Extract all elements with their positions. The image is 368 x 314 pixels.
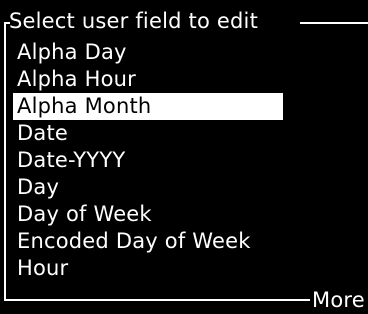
list-item-alpha-month[interactable]: Alpha Month bbox=[13, 93, 283, 120]
list-item-alpha-hour[interactable]: Alpha Hour bbox=[13, 66, 283, 93]
frame-bottom-line bbox=[4, 299, 310, 301]
user-field-list: Alpha Day Alpha Hour Alpha Month Date Da… bbox=[13, 39, 283, 282]
page-title: Select user field to edit bbox=[9, 9, 259, 33]
lcd-screen: Select user field to edit Alpha Day Alph… bbox=[0, 0, 368, 314]
list-item-encoded-day-of-week[interactable]: Encoded Day of Week bbox=[13, 228, 283, 255]
list-item-date[interactable]: Date bbox=[13, 120, 283, 147]
list-item-hour[interactable]: Hour bbox=[13, 255, 283, 282]
list-item-alpha-day[interactable]: Alpha Day bbox=[13, 39, 283, 66]
more-indicator: More bbox=[312, 288, 365, 312]
list-item-day[interactable]: Day bbox=[13, 174, 283, 201]
list-item-day-of-week[interactable]: Day of Week bbox=[13, 201, 283, 228]
list-item-date-yyyy[interactable]: Date-YYYY bbox=[13, 147, 283, 174]
frame-top-right-line bbox=[300, 22, 368, 24]
frame-left-line bbox=[4, 23, 6, 301]
